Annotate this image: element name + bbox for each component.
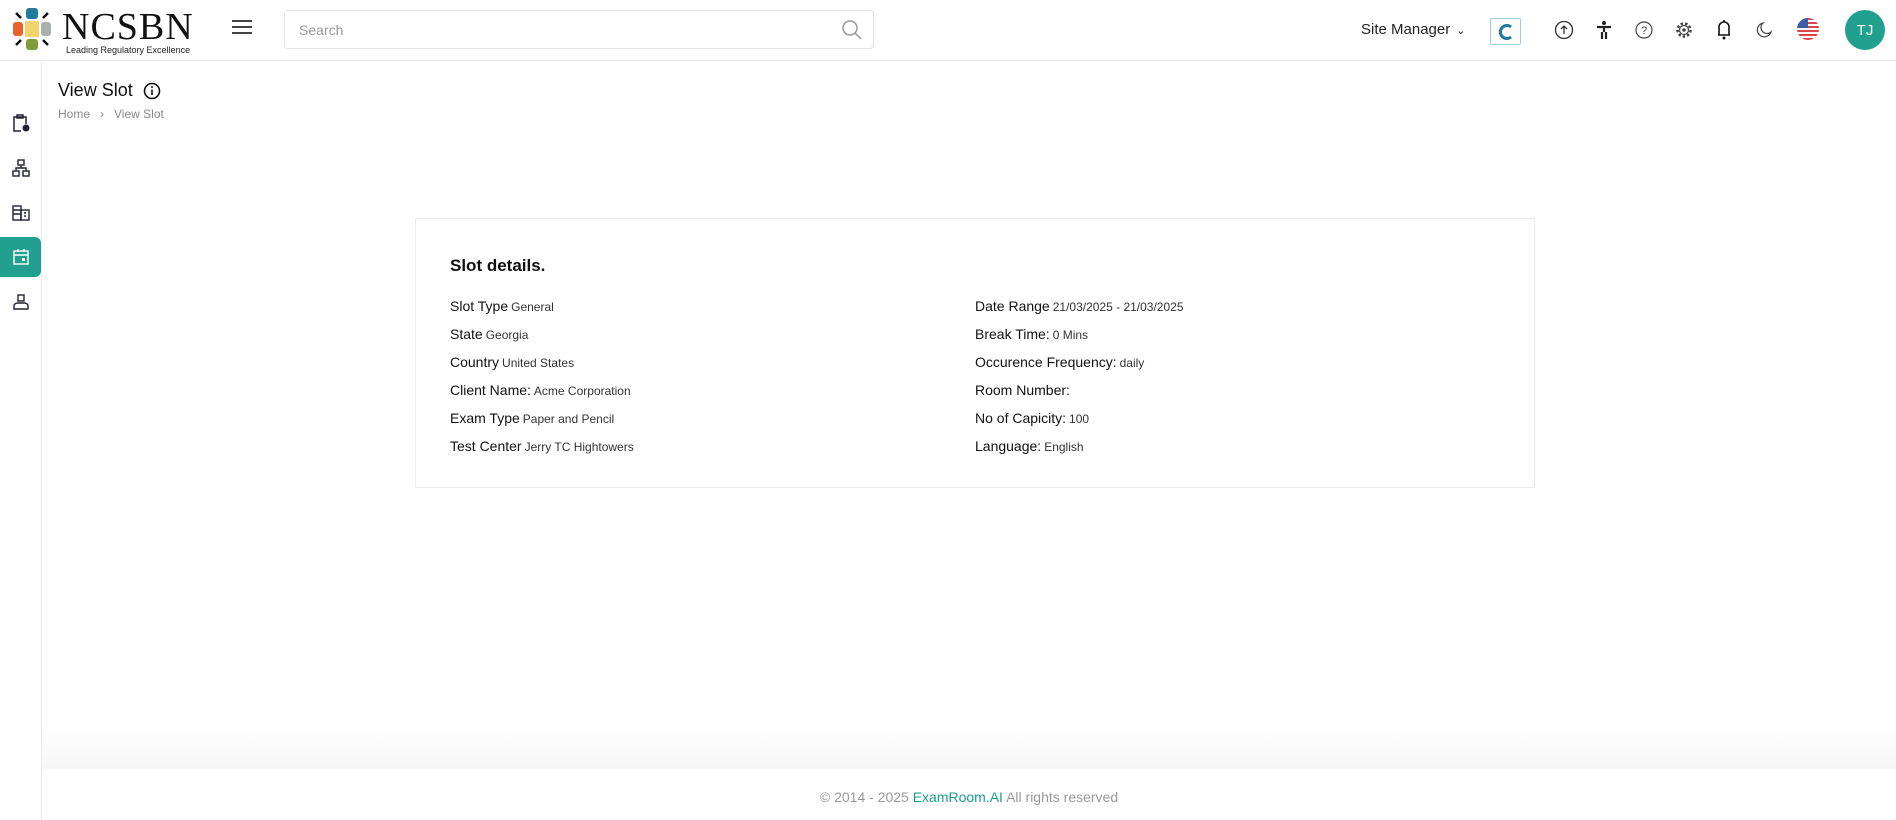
user-badge-icon <box>12 294 29 310</box>
detail-value: Jerry TC Hightowers <box>524 440 634 454</box>
detail-value: 0 Mins <box>1052 328 1089 342</box>
detail-value: Acme Corporation <box>533 384 631 398</box>
detail-label: Occurence Frequency: <box>975 354 1117 370</box>
sitemap-icon <box>11 159 30 177</box>
detail-row-exam-type: Exam Type Paper and Pencil <box>450 410 634 438</box>
sidebar-item-organization[interactable] <box>0 148 41 188</box>
detail-label: Slot Type <box>450 298 509 314</box>
search-icon[interactable] <box>841 19 863 41</box>
detail-label: Test Center <box>450 438 522 454</box>
detail-row-language: Language: English <box>975 438 1184 466</box>
slot-details-card: Slot details. Slot Type General State Geor… <box>415 218 1535 488</box>
detail-label: Country <box>450 354 500 370</box>
right-details-column: Date Range 21/03/2025 - 21/03/2025 Break … <box>975 298 1184 466</box>
detail-row-room-number: Room Number: <box>975 382 1184 410</box>
detail-label: Client Name: <box>450 382 531 398</box>
page-title-text: View Slot <box>58 80 133 100</box>
footer: © 2014 - 2025 ExamRoom.AI All rights res… <box>42 789 1896 805</box>
sidebar-item-users[interactable] <box>0 282 41 322</box>
detail-row-capacity: No of Capicity: 100 <box>975 410 1184 438</box>
left-details-column: Slot Type General State Georgia Country Uni… <box>450 298 634 466</box>
detail-row-test-center: Test Center Jerry TC Hightowers <box>450 438 634 466</box>
chevron-down-icon: ⌄ <box>1456 25 1466 37</box>
logo-tagline: Leading Regulatory Excellence <box>66 45 191 55</box>
accessibility-icon[interactable] <box>1592 18 1616 42</box>
user-avatar[interactable]: TJ <box>1845 10 1885 50</box>
detail-value: 100 <box>1069 412 1090 426</box>
menu-toggle-icon[interactable] <box>232 20 252 36</box>
page-title: View Slot <box>58 80 161 101</box>
info-icon[interactable] <box>143 82 161 100</box>
sync-icon <box>1498 23 1512 40</box>
calendar-icon <box>12 249 29 265</box>
building-icon <box>11 205 30 221</box>
detail-value: Paper and Pencil <box>522 412 615 426</box>
detail-value: English <box>1044 440 1084 454</box>
logo-mark-icon <box>13 8 51 50</box>
detail-label: Room Number: <box>975 382 1070 398</box>
top-header: NCSBN Leading Regulatory Excellence Site… <box>0 0 1896 61</box>
sync-button[interactable] <box>1490 18 1521 45</box>
detail-row-slot-type: Slot Type General <box>450 298 634 326</box>
detail-label: State <box>450 326 483 342</box>
rights-text: All rights reserved <box>1006 789 1119 805</box>
detail-label: Language: <box>975 438 1042 454</box>
svg-text:?: ? <box>1641 25 1647 37</box>
detail-value: General <box>511 300 554 314</box>
role-label: Site Manager <box>1361 21 1451 38</box>
chevron-right-icon: › <box>100 107 105 121</box>
dark-mode-moon-icon[interactable] <box>1752 18 1776 42</box>
notification-bell-icon[interactable] <box>1712 18 1736 42</box>
breadcrumb: Home › View Slot <box>58 107 164 121</box>
avatar-initials: TJ <box>1856 21 1874 39</box>
card-title: Slot details. <box>450 256 546 275</box>
detail-row-state: State Georgia <box>450 326 634 354</box>
detail-row-client-name: Client Name: Acme Corporation <box>450 382 634 410</box>
detail-value: Georgia <box>485 328 529 342</box>
detail-value: 21/03/2025 - 21/03/2025 <box>1052 300 1184 314</box>
detail-label: Break Time: <box>975 326 1050 342</box>
detail-value: daily <box>1119 356 1145 370</box>
footer-divider <box>42 725 1896 769</box>
examroom-link[interactable]: ExamRoom.AI <box>913 789 1003 805</box>
detail-row-country: Country United States <box>450 354 634 382</box>
detail-label: No of Capicity: <box>975 410 1067 426</box>
us-flag-language-icon[interactable] <box>1796 17 1820 41</box>
detail-value: United States <box>502 356 575 370</box>
ncsbn-logo[interactable]: NCSBN Leading Regulatory Excellence <box>10 5 210 57</box>
role-dropdown[interactable]: Site Manager ⌄ <box>1361 21 1465 38</box>
detail-label: Exam Type <box>450 410 520 426</box>
sidebar-item-schedule[interactable] <box>0 103 41 143</box>
detail-row-occurence-frequency: Occurence Frequency: daily <box>975 354 1184 382</box>
logo-text: NCSBN <box>62 6 194 48</box>
search-input[interactable] <box>285 11 825 48</box>
sidebar <box>0 61 42 820</box>
detail-label: Date Range <box>975 298 1050 314</box>
breadcrumb-home[interactable]: Home <box>58 107 90 121</box>
copyright-text: © 2014 - 2025 <box>819 789 909 805</box>
detail-row-date-range: Date Range 21/03/2025 - 21/03/2025 <box>975 298 1184 326</box>
clipboard-clock-icon <box>12 114 29 132</box>
detail-row-break-time: Break Time: 0 Mins <box>975 326 1184 354</box>
sidebar-item-slots[interactable] <box>0 237 41 277</box>
breadcrumb-current: View Slot <box>114 107 164 121</box>
help-icon[interactable]: ? <box>1632 18 1656 42</box>
search-box <box>284 10 874 49</box>
settings-gear-icon[interactable] <box>1672 18 1696 42</box>
upload-icon[interactable] <box>1552 18 1576 42</box>
sidebar-item-test-centers[interactable] <box>0 193 41 233</box>
